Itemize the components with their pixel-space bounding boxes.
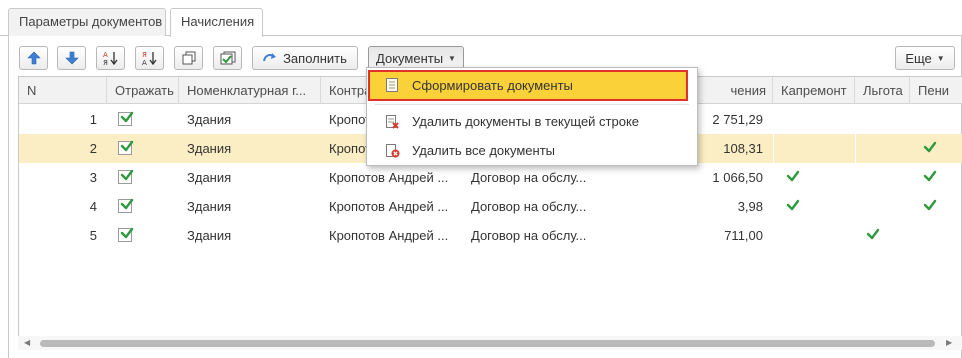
check-all-button[interactable] bbox=[213, 46, 242, 70]
reflect-checkbox[interactable] bbox=[118, 111, 134, 126]
menu-separator bbox=[375, 104, 689, 105]
move-up-button[interactable] bbox=[19, 46, 48, 70]
fill-arrow-icon bbox=[263, 53, 277, 62]
contractor-cell: Кропотов Андрей ... bbox=[329, 228, 449, 243]
chevron-down-icon: ▼ bbox=[936, 53, 945, 63]
penalty-check-icon bbox=[923, 140, 937, 157]
reflect-checkbox[interactable] bbox=[118, 140, 134, 155]
fill-button[interactable]: Заполнить bbox=[252, 46, 358, 70]
table-row[interactable]: 3 Здания Кропотов Андрей ... Договор на обс… bbox=[19, 163, 962, 192]
documents-button-label: Документы bbox=[376, 50, 444, 66]
svg-text:Я: Я bbox=[142, 51, 147, 59]
contract-cell: Договор на обслу... bbox=[471, 199, 587, 214]
column-header-capital-repair[interactable]: Капремонт bbox=[773, 77, 855, 104]
nomenclature-cell: Здания bbox=[187, 141, 232, 156]
contract-cell: Договор на обслу... bbox=[471, 228, 587, 243]
menu-item-label: Удалить документы в текущей строке bbox=[412, 114, 640, 129]
menu-item-delete-current-row-documents[interactable]: Удалить документы в текущей строке bbox=[367, 107, 697, 137]
column-header-benefit[interactable]: Льгота bbox=[855, 77, 910, 104]
penalty-check-icon bbox=[923, 198, 937, 215]
amount-cell: 711,00 bbox=[724, 228, 763, 243]
sort-descending-icon: Я А bbox=[142, 51, 157, 66]
row-number: 4 bbox=[89, 199, 97, 214]
amount-cell: 3,98 bbox=[737, 199, 763, 214]
menu-item-label: Сформировать документы bbox=[412, 78, 573, 93]
more-button-label: Еще bbox=[905, 50, 932, 66]
check-all-icon bbox=[220, 51, 235, 65]
tab-document-parameters[interactable]: Параметры документов bbox=[8, 8, 166, 36]
horizontal-scrollbar[interactable]: ◀ ▶ bbox=[18, 336, 962, 350]
arrow-up-icon bbox=[26, 51, 41, 65]
document-icon bbox=[386, 78, 398, 92]
documents-dropdown-menu: Сформировать документы Удалить документы… bbox=[366, 67, 698, 166]
tab-accruals[interactable]: Начисления bbox=[170, 8, 263, 37]
svg-text:Я: Я bbox=[103, 59, 108, 66]
reflect-checkbox[interactable] bbox=[118, 198, 134, 213]
scroll-right-icon[interactable]: ▶ bbox=[946, 339, 952, 347]
nomenclature-cell: Здания bbox=[187, 228, 232, 243]
table-row[interactable]: 5 Здания Кропотов Андрей ... Договор на обс… bbox=[19, 221, 962, 250]
reflect-checkbox[interactable] bbox=[118, 169, 134, 184]
penalty-check-icon bbox=[923, 169, 937, 186]
row-number: 3 bbox=[89, 170, 97, 185]
svg-text:А: А bbox=[103, 51, 108, 59]
capital-repair-check-icon bbox=[786, 198, 800, 215]
nomenclature-cell: Здания bbox=[187, 112, 232, 127]
more-button[interactable]: Еще ▼ bbox=[895, 46, 955, 70]
reflect-checkbox[interactable] bbox=[118, 227, 134, 242]
sort-ascending-button[interactable]: А Я bbox=[96, 46, 125, 70]
scrollbar-thumb[interactable] bbox=[40, 340, 935, 347]
row-number: 1 bbox=[89, 112, 97, 127]
chevron-down-icon: ▼ bbox=[448, 53, 456, 63]
menu-item-create-documents[interactable]: Сформировать документы bbox=[368, 70, 688, 101]
row-number: 5 bbox=[89, 228, 97, 243]
sort-ascending-icon: А Я bbox=[103, 51, 118, 66]
scroll-left-icon[interactable]: ◀ bbox=[24, 339, 30, 347]
nomenclature-cell: Здания bbox=[187, 199, 232, 214]
column-header-nomenclature[interactable]: Номенклатурная г... bbox=[179, 77, 321, 104]
delete-document-icon bbox=[386, 115, 399, 129]
benefit-check-icon bbox=[866, 227, 880, 244]
column-header-penalty[interactable]: Пени bbox=[910, 77, 962, 104]
copy-button[interactable] bbox=[174, 46, 203, 70]
move-down-button[interactable] bbox=[57, 46, 86, 70]
column-header-reflect[interactable]: Отражать bbox=[107, 77, 179, 104]
column-header-n[interactable]: N bbox=[19, 77, 107, 104]
svg-text:А: А bbox=[142, 59, 147, 66]
table-row[interactable]: 4 Здания Кропотов Андрей ... Договор на обс… bbox=[19, 192, 962, 221]
menu-item-label: Удалить все документы bbox=[412, 143, 555, 158]
capital-repair-check-icon bbox=[786, 169, 800, 186]
fill-button-label: Заполнить bbox=[283, 50, 347, 66]
tab-bar: Параметры документов Начисления bbox=[0, 0, 962, 37]
contractor-cell: Кропотов Андрей ... bbox=[329, 170, 449, 185]
sort-descending-button[interactable]: Я А bbox=[135, 46, 164, 70]
contractor-cell: Кропотов Андрей ... bbox=[329, 199, 449, 214]
amount-cell: 1 066,50 bbox=[712, 170, 763, 185]
copy-icon bbox=[182, 51, 195, 65]
cell-divider bbox=[855, 134, 856, 163]
nomenclature-cell: Здания bbox=[187, 170, 232, 185]
arrow-down-icon bbox=[64, 51, 79, 65]
delete-all-icon bbox=[386, 144, 400, 158]
row-number: 2 bbox=[89, 141, 97, 156]
cell-divider bbox=[773, 134, 774, 163]
menu-item-delete-all-documents[interactable]: Удалить все документы bbox=[367, 136, 697, 166]
contract-cell: Договор на обслу... bbox=[471, 170, 587, 185]
